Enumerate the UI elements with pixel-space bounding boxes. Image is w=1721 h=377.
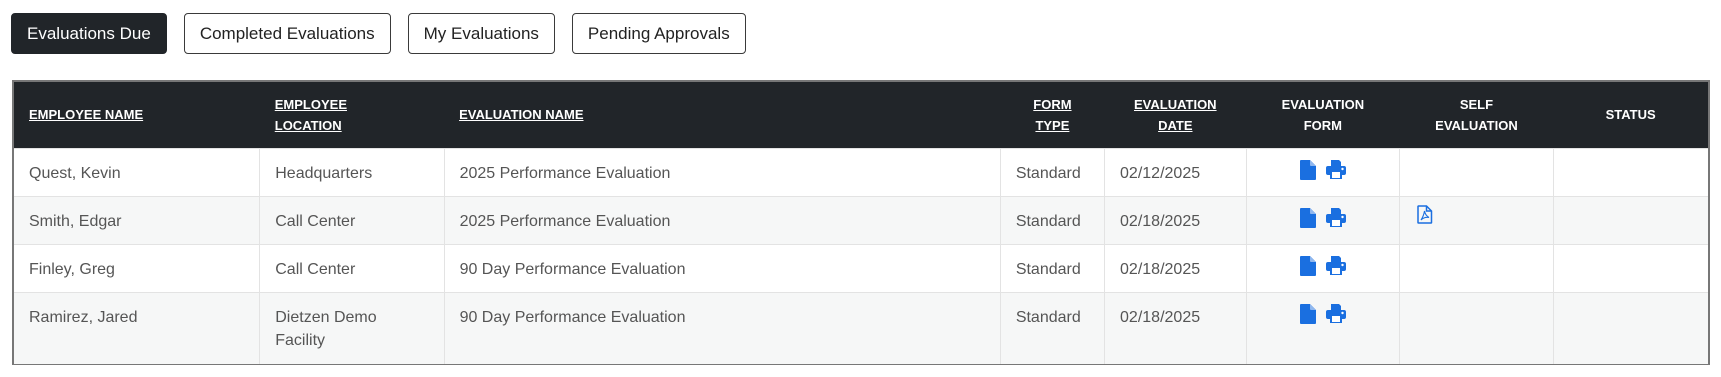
column-header-employee-name[interactable]: EMPLOYEE NAME [14,82,260,148]
self-evaluation-cell [1399,243,1554,292]
sort-evaluation-date-line1[interactable]: EVALUATION [1134,97,1217,112]
column-header-evaluation-date[interactable]: EVALUATION DATE [1105,82,1247,148]
header-evaluation-form-line2: FORM [1303,117,1342,133]
table-row[interactable]: Smith, Edgar Call Center 2025 Performanc… [14,195,1708,244]
sort-employee-location-line2[interactable]: LOCATION [275,118,342,133]
table-header-row: EMPLOYEE NAME EMPLOYEE LOCATION EVALUATI… [14,82,1708,148]
document-icon[interactable] [1299,255,1316,283]
column-header-evaluation-name[interactable]: EVALUATION NAME [444,82,1000,148]
tab-pending-approvals[interactable]: Pending Approvals [571,13,746,54]
column-header-status: STATUS [1553,82,1708,148]
pdf-file-icon[interactable] [1417,204,1433,231]
employee-location-cell: Call Center [259,243,445,292]
document-icon[interactable] [1299,159,1316,187]
status-cell [1553,243,1708,292]
evaluation-name-cell: 2025 Performance Evaluation [444,147,1001,196]
print-icon[interactable] [1326,207,1347,234]
print-icon[interactable] [1326,159,1347,186]
document-icon[interactable] [1299,207,1316,235]
evaluation-name-cell: 90 Day Performance Evaluation [444,243,1001,292]
header-evaluation-form-line1: EVALUATION [1281,96,1365,112]
tab-evaluations-due[interactable]: Evaluations Due [11,13,167,54]
evaluation-form-cell [1246,243,1401,292]
form-type-cell: Standard [1000,243,1106,292]
self-evaluation-cell [1399,195,1554,244]
column-header-self-evaluation: SELF EVALUATION [1400,82,1554,148]
sort-form-type-line2[interactable]: TYPE [1035,118,1069,133]
status-cell [1553,147,1708,196]
document-icon[interactable] [1299,303,1316,331]
evaluation-date-cell: 02/12/2025 [1104,147,1247,196]
header-self-evaluation-line2: EVALUATION [1435,117,1518,133]
status-cell [1553,291,1708,364]
evaluations-table-container: EMPLOYEE NAME EMPLOYEE LOCATION EVALUATI… [12,80,1710,365]
evaluation-form-cell [1246,195,1401,244]
print-icon[interactable] [1326,255,1347,282]
employee-name-cell: Finley, Greg [14,243,261,292]
evaluation-form-cell [1246,147,1401,196]
form-type-cell: Standard [1000,291,1106,364]
column-header-form-type[interactable]: FORM TYPE [1000,82,1104,148]
self-evaluation-cell [1399,147,1554,196]
tab-completed-evaluations[interactable]: Completed Evaluations [183,13,391,54]
employee-name-cell: Quest, Kevin [14,147,261,196]
header-self-evaluation-line1: SELF [1459,96,1494,112]
evaluation-form-cell [1246,291,1401,364]
evaluation-date-cell: 02/18/2025 [1104,243,1247,292]
table-row[interactable]: Quest, Kevin Headquarters 2025 Performan… [14,147,1708,196]
sort-form-type-line1[interactable]: FORM [1033,97,1071,112]
sort-employee-location-line1[interactable]: EMPLOYEE [275,97,347,112]
employee-location-cell: Headquarters [259,147,445,196]
evaluation-name-cell: 2025 Performance Evaluation [444,195,1001,244]
evaluation-name-cell: 90 Day Performance Evaluation [444,291,1001,364]
form-type-cell: Standard [1000,195,1106,244]
form-type-cell: Standard [1000,147,1106,196]
column-header-employee-location[interactable]: EMPLOYEE LOCATION [260,82,444,148]
tab-my-evaluations[interactable]: My Evaluations [407,13,555,54]
print-icon[interactable] [1326,303,1347,330]
evaluation-date-cell: 02/18/2025 [1104,291,1247,364]
employee-name-cell: Ramirez, Jared [14,291,261,364]
header-status: STATUS [1605,107,1656,123]
sort-evaluation-date-line2[interactable]: DATE [1158,118,1192,133]
sort-evaluation-name[interactable]: EVALUATION NAME [459,107,583,122]
column-header-evaluation-form: EVALUATION FORM [1246,82,1400,148]
evaluation-date-cell: 02/18/2025 [1104,195,1247,244]
self-evaluation-cell [1399,291,1554,364]
sort-employee-name[interactable]: EMPLOYEE NAME [29,107,143,122]
evaluation-tabs: Evaluations Due Completed Evaluations My… [11,13,763,54]
status-cell [1553,195,1708,244]
employee-location-cell: Dietzen Demo Facility [259,291,445,364]
employee-name-cell: Smith, Edgar [14,195,261,244]
evaluations-table: EMPLOYEE NAME EMPLOYEE LOCATION EVALUATI… [14,82,1708,364]
employee-location-cell: Call Center [259,195,445,244]
table-row[interactable]: Ramirez, Jared Dietzen Demo Facility 90 … [14,291,1708,364]
table-row[interactable]: Finley, Greg Call Center 90 Day Performa… [14,243,1708,292]
